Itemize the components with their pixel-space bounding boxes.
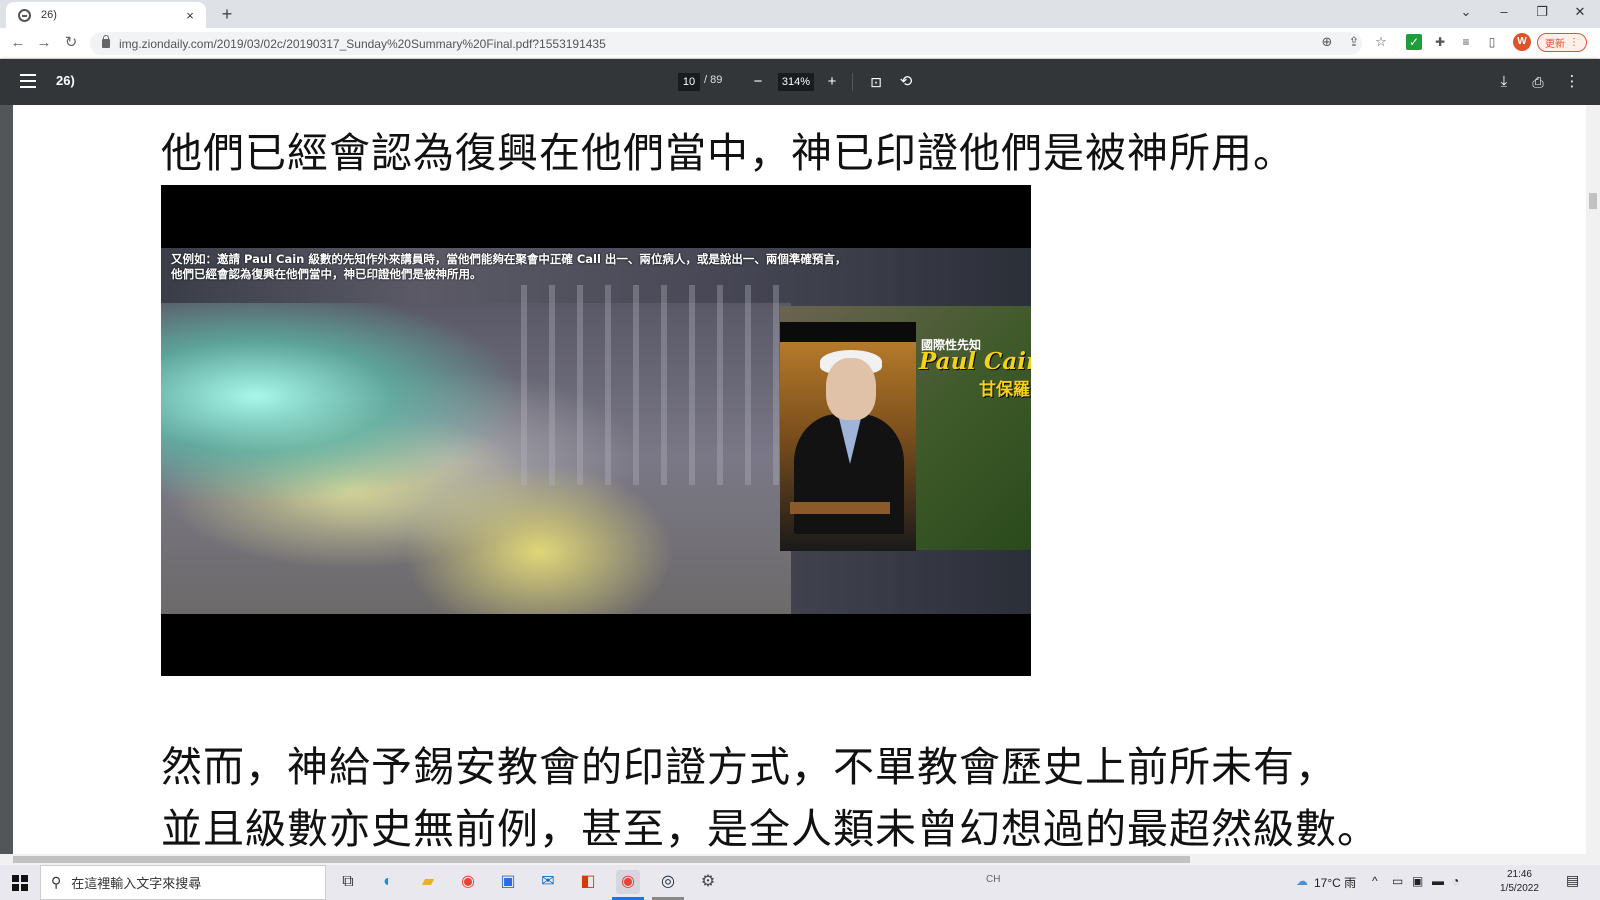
browser-tab[interactable]: 26) × [6,2,206,28]
reading-list-icon[interactable]: ≡ [1458,34,1474,50]
page-count: / 89 [704,74,722,86]
wifi-icon[interactable]: ◔ [1452,874,1459,888]
notification-icon[interactable]: ▤ [1566,872,1579,889]
address-bar[interactable]: img.ziondaily.com/2019/03/02c/20190317_S… [90,32,1362,55]
update-label: 更新 [1545,39,1565,50]
page-number-input[interactable]: 10 [678,73,700,91]
total-pages: 89 [710,74,723,86]
ime-indicator[interactable]: CH [986,874,1000,885]
pdf-page: 他們已經會認為復興在他們當中，神已印證他們是被神所用。 又例如：邀請 Paul … [13,105,1586,854]
search-placeholder: 在這裡輸入文字來搜尋 [71,876,202,891]
extensions-puzzle-icon[interactable]: ✚ [1432,34,1448,50]
speaker-name-zh: 甘保羅 [979,380,1030,400]
side-panel-icon[interactable]: ▯ [1484,34,1500,50]
weather-text[interactable]: 17°C 雨 [1314,874,1356,891]
file-explorer-icon[interactable]: ▰ [416,870,440,894]
search-icon: ⚲ [51,874,62,890]
update-button[interactable]: 更新 ⋮ [1537,33,1587,52]
zoom-in-icon[interactable]: + [822,72,842,92]
battery-icon[interactable]: ▬ [1432,874,1444,888]
slide-caption-line2: 他們已經會認為復興在他們當中，神已印證他們是被神所用。 [171,267,482,281]
paragraph-line: 然而，神給予錫安教會的印證方式，不單教會歷史上前所未有， [161,743,1337,791]
tab-close-button[interactable]: × [182,8,198,23]
stage-lights [521,285,801,485]
lock-icon [102,35,110,48]
chrome-active-icon[interactable]: ◉ [616,870,640,894]
store-icon[interactable]: ▣ [496,870,520,894]
mail-icon[interactable]: ✉ [536,870,560,894]
taskbar: ⚲ 在這裡輸入文字來搜尋 ⧉ ◐ ▰ ◉ ▣ ✉ ◧ ◉ ◎ ⚙ CH ☁ 17… [0,865,1600,900]
tab-strip: 26) × + ⌄ – ❐ ✕ [0,0,1600,28]
rotate-icon[interactable]: ⟲ [896,72,916,92]
page-separator: / [704,74,708,86]
slide-image: 又例如：邀請 Paul Cain 級數的先知作外來講員時，當他們能夠在聚會中正確… [161,185,1031,676]
taskbar-search[interactable]: ⚲ 在這裡輸入文字來搜尋 [40,865,326,900]
office-icon[interactable]: ◧ [576,870,600,894]
speaker-photo [780,322,916,551]
show-hidden-icons-chevron-icon[interactable]: ^ [1372,874,1378,888]
extension-check-icon[interactable]: ✓ [1406,34,1422,50]
ime-label: CH [986,874,1001,885]
system-clock[interactable]: 21:46 1/5/2022 [1500,868,1539,896]
edge-browser-icon[interactable]: ◐ [376,870,400,894]
pdf-title: 26) [56,73,75,88]
tab-search-button[interactable]: ⌄ [1448,0,1484,26]
clock-time: 21:46 [1506,869,1532,880]
windows-start-icon[interactable] [12,875,28,891]
zoom-input[interactable]: 314% [778,73,814,91]
back-arrow-icon[interactable]: ← [8,33,28,53]
display-icon[interactable]: ▣ [1412,874,1423,888]
zoom-out-icon[interactable]: − [748,72,768,92]
hamburger-menu-icon[interactable] [20,74,36,88]
speaker-name-en: Paul Cain [919,348,1031,375]
reload-icon[interactable]: ↻ [61,33,81,53]
slide-caption-line1: 又例如：邀請 Paul Cain 級數的先知作外來講員時，當他們能夠在聚會中正確… [171,252,847,266]
zoom-icon[interactable]: ⊕ [1318,33,1336,51]
tab-title: 26) [41,9,57,21]
task-view-icon[interactable]: ⧉ [336,870,360,894]
bookmark-star-icon[interactable]: ☆ [1372,33,1390,51]
chrome-app-icon[interactable]: ◉ [456,870,480,894]
meet-now-icon[interactable]: ▭ [1392,874,1403,888]
profile-avatar[interactable]: W [1513,33,1531,51]
horizontal-scroll-thumb[interactable] [13,856,1190,863]
minimize-button[interactable]: – [1486,0,1522,26]
settings-gear-icon[interactable]: ⚙ [696,870,720,894]
browser-toolbar: ← → ↻ img.ziondaily.com/2019/03/02c/2019… [0,28,1600,59]
pdf-toolbar: 26) 10 / 89 − 314% + ⊡ ⟲ ⤓ ⎙ ⋮ [0,59,1600,105]
download-icon[interactable]: ⤓ [1494,72,1514,92]
share-icon[interactable]: ⇪ [1345,33,1363,51]
restore-button[interactable]: ❐ [1524,0,1560,26]
page-text-line: 他們已經會認為復興在他們當中，神已印證他們是被神所用。 [161,129,1295,177]
more-menu-icon: ⋮ [1569,37,1579,48]
forward-arrow-icon[interactable]: → [34,33,54,53]
globe-icon [18,8,31,22]
print-icon[interactable]: ⎙ [1528,72,1548,92]
vertical-scrollbar[interactable] [1586,105,1600,854]
vertical-scroll-thumb[interactable] [1589,193,1597,209]
horizontal-scrollbar[interactable] [0,854,1600,865]
clock-date: 1/5/2022 [1500,883,1539,894]
close-window-button[interactable]: ✕ [1562,0,1598,26]
pdf-viewport[interactable]: 他們已經會認為復興在他們當中，神已印證他們是被神所用。 又例如：邀請 Paul … [0,105,1600,854]
steam-icon[interactable]: ◎ [656,870,680,894]
toolbar-divider [852,73,853,91]
url-text: img.ziondaily.com/2019/03/02c/20190317_S… [119,36,606,51]
fit-page-icon[interactable]: ⊡ [866,72,886,92]
new-tab-button[interactable]: + [216,4,238,24]
more-options-icon[interactable]: ⋮ [1562,72,1582,92]
paragraph-line: 並且級數亦史無前例，甚至，是全人類未曾幻想過的最超然級數。 [161,805,1379,853]
weather-icon[interactable]: ☁ [1296,874,1308,888]
slide-caption: 又例如：邀請 Paul Cain 級數的先知作外來講員時，當他們能夠在聚會中正確… [171,252,911,282]
